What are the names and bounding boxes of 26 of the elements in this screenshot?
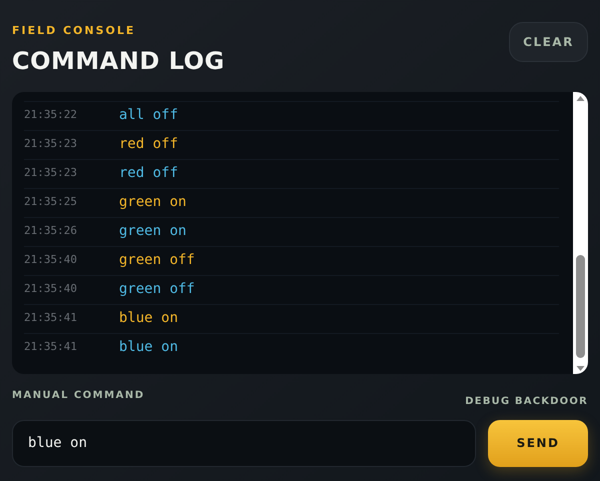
log-command: all off <box>119 106 178 125</box>
log-time: 21:35:40 <box>24 252 78 268</box>
command-input[interactable]: blue on <box>12 420 476 466</box>
log-time: 21:35:41 <box>24 339 78 356</box>
log-command: red off <box>119 135 178 154</box>
log-command: blue on <box>119 309 178 328</box>
log-command: green off <box>119 280 195 299</box>
log-command: green on <box>119 222 186 241</box>
clear-button[interactable]: CLEAR <box>509 22 588 62</box>
send-button[interactable]: SEND <box>488 420 588 466</box>
eyebrow-label: FIELD CONSOLE <box>12 23 137 39</box>
log-time: 21:35:26 <box>24 223 78 240</box>
page-title: COMMAND LOG <box>12 46 225 76</box>
log-time: 21:35:23 <box>24 165 78 182</box>
log-command: green off <box>119 251 195 270</box>
log-command: green on <box>119 193 186 212</box>
log-time: 21:35:40 <box>24 281 78 298</box>
log-time: 21:35:41 <box>24 310 78 326</box>
scrollbar[interactable] <box>573 92 588 374</box>
log-command: red off <box>119 164 178 183</box>
debug-note: DEBUG BACKDOOR <box>465 394 588 408</box>
log-time: 21:35:25 <box>24 194 78 210</box>
log-time: 21:35:22 <box>24 107 78 124</box>
manual-command-label: MANUAL COMMAND <box>12 388 145 402</box>
log-command: blue on <box>119 338 178 357</box>
log-time: 21:35:23 <box>24 136 78 152</box>
